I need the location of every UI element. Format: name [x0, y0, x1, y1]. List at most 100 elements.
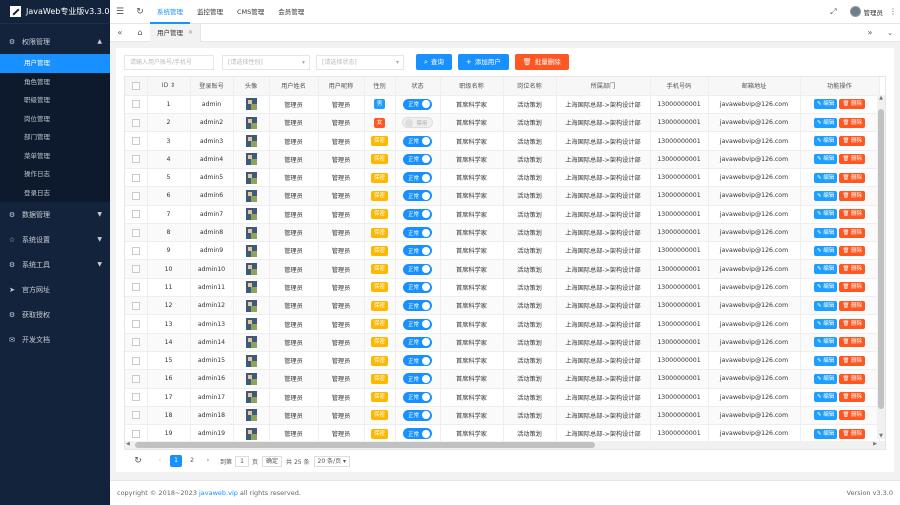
row-checkbox[interactable]	[131, 320, 140, 328]
row-checkbox[interactable]	[131, 265, 140, 274]
row-select-cell[interactable]	[125, 168, 148, 188]
status-switch[interactable]: 正常	[402, 355, 432, 367]
delete-button[interactable]: 🗑 删除	[839, 410, 866, 421]
sidebar-item-6[interactable]: 操作日志	[0, 165, 110, 184]
top-nav-tab-2[interactable]: CMS管理	[230, 0, 271, 24]
status-switch[interactable]: 正常	[402, 135, 432, 147]
row-select-cell[interactable]	[125, 113, 148, 133]
tabs-right-icon[interactable]: »	[860, 24, 880, 42]
page-tab-current[interactable]: 用户管理 ✕	[150, 23, 202, 42]
select-all-checkbox[interactable]	[131, 81, 140, 90]
goto-confirm-button[interactable]: 确定	[262, 455, 283, 467]
delete-button[interactable]: 🗑 删除	[839, 392, 866, 403]
query-button[interactable]: ⌕ 查询	[416, 54, 452, 70]
table-row[interactable]: 5 admin5 管理员 管理员 保密 正常 首席科学家 活动策划 上海国际总部->架构设计部 1…	[125, 168, 880, 188]
chevron-down-icon[interactable]: ⌄	[880, 24, 900, 42]
delete-button[interactable]: 🗑 删除	[839, 136, 866, 147]
row-select-cell[interactable]	[125, 388, 148, 407]
sidebar-group-4[interactable]: ➤ 官方网址	[0, 277, 110, 302]
row-checkbox[interactable]	[131, 283, 140, 292]
status-switch[interactable]: 正常	[402, 300, 432, 312]
fullscreen-icon[interactable]: ⤢	[824, 0, 844, 24]
vertical-scroll-thumb[interactable]	[878, 109, 884, 409]
scroll-right-icon[interactable]: ▶	[873, 441, 877, 447]
status-switch[interactable]: 正常	[402, 245, 432, 257]
sidebar-item-4[interactable]: 部门管理	[0, 128, 110, 147]
top-nav-tab-3[interactable]: 会员管理	[271, 0, 311, 24]
sidebar-group-2[interactable]: ☆ 系统设置 ▼	[0, 227, 110, 252]
status-switch[interactable]: 正常	[402, 318, 432, 330]
table-row[interactable]: 15 admin15 管理员 管理员 保密 正常 首席科学家 活动策划 上海国际总部->架构设计…	[125, 351, 880, 371]
sidebar-item-5[interactable]: 菜单管理	[0, 147, 110, 166]
status-switch[interactable]: 正常	[402, 227, 432, 239]
refresh-icon[interactable]: ↻	[132, 455, 144, 467]
tabs-left-icon[interactable]: «	[110, 24, 130, 42]
edit-button[interactable]: ✎ 编辑	[813, 428, 838, 439]
app-logo[interactable]: JavaWeb专业版v3.3.0	[0, 0, 110, 24]
row-select-cell[interactable]	[125, 205, 148, 224]
delete-button[interactable]: 🗑 删除	[839, 264, 866, 275]
table-row[interactable]: 12 admin12 管理员 管理员 保密 正常 首席科学家 活动策划 上海国际总部->架构设计…	[125, 296, 880, 316]
edit-button[interactable]: ✎ 编辑	[813, 209, 838, 220]
status-switch[interactable]: 正常	[402, 263, 432, 275]
row-checkbox[interactable]	[131, 301, 140, 310]
scroll-down-icon[interactable]: ▼	[877, 433, 885, 439]
edit-button[interactable]: ✎ 编辑	[813, 245, 838, 256]
row-checkbox[interactable]	[131, 338, 140, 347]
footer-link[interactable]: javaweb.vip	[199, 489, 238, 497]
top-nav-tab-0[interactable]: 系统管理	[150, 0, 190, 24]
row-checkbox[interactable]	[131, 393, 140, 402]
row-checkbox[interactable]	[131, 155, 140, 164]
sidebar-item-0[interactable]: 用户管理	[0, 54, 110, 73]
sidebar-item-1[interactable]: 角色管理	[0, 73, 110, 92]
edit-button[interactable]: ✎ 编辑	[813, 264, 838, 275]
edit-button[interactable]: ✎ 编辑	[813, 410, 838, 421]
row-select-cell[interactable]	[125, 351, 148, 371]
delete-button[interactable]: 🗑 删除	[839, 154, 866, 165]
table-row[interactable]: 18 admin18 管理员 管理员 保密 正常 首席科学家 活动策划 上海国际总部->架构设计…	[125, 406, 880, 426]
table-row[interactable]: 9 admin9 管理员 管理员 保密 正常 首席科学家 活动策划 上海国际总部->架构设计部 1…	[125, 241, 880, 261]
user-name[interactable]: 管理员	[864, 7, 884, 17]
delete-button[interactable]: 🗑 删除	[839, 373, 866, 384]
refresh-icon[interactable]: ↻	[130, 0, 150, 24]
table-row[interactable]: 6 admin6 管理员 管理员 保密 正常 首席科学家 活动策划 上海国际总部->架构设计部 1…	[125, 186, 880, 206]
delete-button[interactable]: 🗑 删除	[839, 245, 866, 256]
horizontal-scroll-thumb[interactable]	[135, 442, 595, 448]
edit-button[interactable]: ✎ 编辑	[813, 227, 838, 238]
status-select[interactable]: [请选择状态] ▾	[316, 54, 404, 70]
status-switch[interactable]: 正常	[402, 190, 432, 202]
status-switch[interactable]: 正常	[402, 428, 432, 440]
row-checkbox[interactable]	[131, 228, 140, 237]
status-switch[interactable]: 正常	[402, 208, 432, 220]
table-row[interactable]: 7 admin7 管理员 管理员 保密 正常 首席科学家 活动策划 上海国际总部->架构设计部 1…	[125, 205, 880, 224]
row-select-cell[interactable]	[125, 150, 148, 169]
row-select-cell[interactable]	[125, 278, 148, 298]
table-row[interactable]: 13 admin13 管理员 管理员 保密 正常 首席科学家 活动策划 上海国际总部->架构设计…	[125, 314, 880, 334]
status-switch[interactable]: 正常	[402, 409, 432, 421]
delete-button[interactable]: 🗑 删除	[839, 319, 866, 329]
edit-button[interactable]: ✎ 编辑	[813, 172, 838, 183]
top-nav-tab-1[interactable]: 监控管理	[190, 0, 230, 24]
sidebar-item-7[interactable]: 登录日志	[0, 184, 110, 203]
edit-button[interactable]: ✎ 编辑	[813, 355, 838, 366]
delete-button[interactable]: 🗑 删除	[839, 190, 866, 201]
sidebar-item-2[interactable]: 职级管理	[0, 91, 110, 110]
edit-button[interactable]: ✎ 编辑	[813, 154, 838, 165]
home-icon[interactable]: ⌂	[130, 24, 150, 42]
status-switch[interactable]: 正常	[402, 336, 432, 348]
table-row[interactable]: 4 admin4 管理员 管理员 保密 正常 首席科学家 活动策划 上海国际总部->架构设计部 1…	[125, 150, 880, 169]
row-select-cell[interactable]	[125, 95, 148, 115]
vertical-scrollbar[interactable]: ▲ ▼	[877, 95, 885, 439]
sidebar-group-5[interactable]: ⚙ 获取授权	[0, 302, 110, 327]
gender-select[interactable]: [请选择性别] ▾	[222, 54, 310, 70]
edit-button[interactable]: ✎ 编辑	[813, 117, 838, 128]
table-row[interactable]: 16 admin16 管理员 管理员 保密 正常 首席科学家 活动策划 上海国际总部->架构设计…	[125, 369, 880, 389]
row-select-cell[interactable]	[125, 296, 148, 316]
horizontal-scrollbar[interactable]: ◀ ▶	[125, 441, 885, 449]
table-row[interactable]: 17 admin17 管理员 管理员 保密 正常 首席科学家 活动策划 上海国际总部->架构设计…	[125, 388, 880, 407]
status-switch[interactable]: 正常	[402, 373, 432, 385]
close-icon[interactable]: ✕	[188, 24, 193, 42]
row-select-cell[interactable]	[125, 186, 148, 206]
table-row[interactable]: 11 admin11 管理员 管理员 保密 正常 首席科学家 活动策划 上海国际总部->架构设计…	[125, 278, 880, 298]
sidebar-group-3[interactable]: ⚙ 系统工具 ▼	[0, 252, 110, 277]
